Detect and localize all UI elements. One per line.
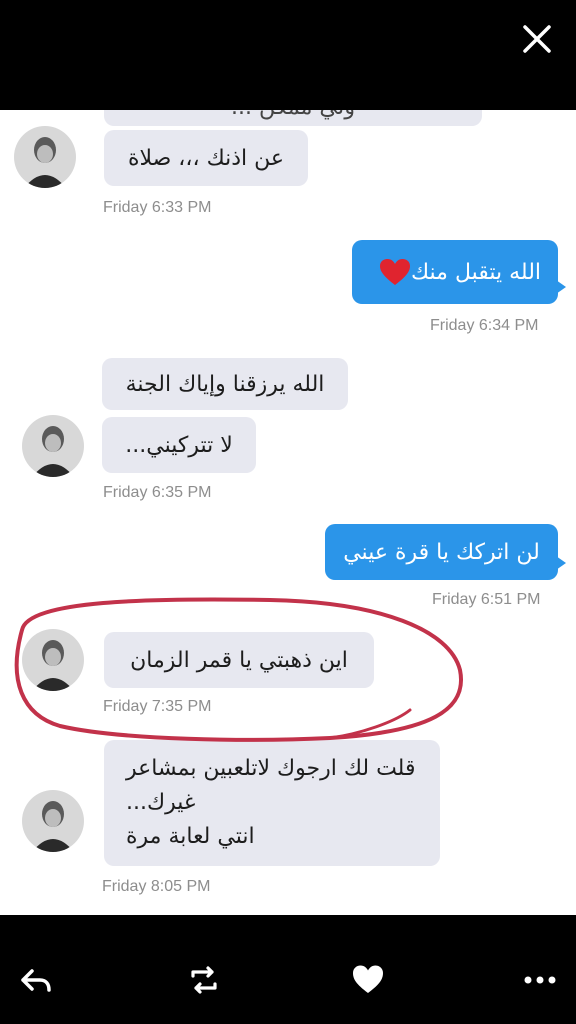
retweet-button[interactable] [186, 962, 222, 998]
like-icon [353, 965, 383, 993]
more-options-button[interactable] [522, 962, 558, 998]
message-text: عن اذنك ،،، صلاة [127, 145, 285, 171]
message-bubble-outgoing: لن اتركك يا قرة عيني [325, 524, 566, 580]
message-timestamp: Friday 8:05 PM [102, 878, 211, 895]
close-icon [523, 25, 551, 53]
reply-button[interactable] [18, 962, 54, 998]
viewer-action-bar [0, 915, 576, 1024]
close-button[interactable] [520, 22, 554, 56]
message-text: ولي ممكن ... [231, 110, 355, 120]
chat-screenshot-image: ولي ممكن ... عن اذنك ،،، صلاة Friday 6:3… [0, 110, 576, 915]
message-bubble: الله يرزقنا وإياك الجنة [102, 358, 348, 410]
message-text: الله يتقبل منك [410, 259, 542, 285]
message-timestamp: Friday 7:35 PM [103, 698, 212, 715]
message-bubble: قلت لك ارجوك لاتلعبين بمشاعر غيرك... انت… [104, 740, 440, 866]
message-bubble: عن اذنك ،،، صلاة [104, 130, 308, 186]
more-icon [524, 976, 556, 984]
message-bubble-highlighted: اين ذهبتي يا قمر الزمان [104, 632, 374, 688]
avatar [22, 629, 84, 691]
viewer-top-bar [0, 0, 576, 110]
message-text-line: انتي لعابة مرة [126, 824, 255, 849]
message-timestamp: Friday 6:35 PM [103, 484, 212, 501]
message-text: الله يرزقنا وإياك الجنة [125, 371, 325, 397]
avatar [22, 790, 84, 852]
message-timestamp: Friday 6:33 PM [103, 199, 212, 216]
message-text-line: غيرك... [126, 790, 196, 815]
message-timestamp: Friday 6:34 PM [430, 317, 539, 334]
message-text: لا تتركيني... [125, 432, 233, 458]
message-bubble-partial: ولي ممكن ... [104, 110, 482, 126]
message-bubble: لا تتركيني... [102, 417, 256, 473]
heart-emoji-icon [379, 258, 411, 286]
avatar [22, 415, 84, 477]
message-text: اين ذهبتي يا قمر الزمان [130, 647, 348, 673]
like-button[interactable] [350, 962, 386, 998]
message-bubble-outgoing: الله يتقبل منك [352, 240, 566, 304]
reply-icon [21, 969, 51, 992]
retweet-icon [191, 966, 217, 994]
message-timestamp: Friday 6:51 PM [432, 591, 541, 608]
message-text: لن اتركك يا قرة عيني [343, 539, 540, 565]
avatar [14, 126, 76, 188]
message-text-line: قلت لك ارجوك لاتلعبين بمشاعر [126, 756, 416, 781]
